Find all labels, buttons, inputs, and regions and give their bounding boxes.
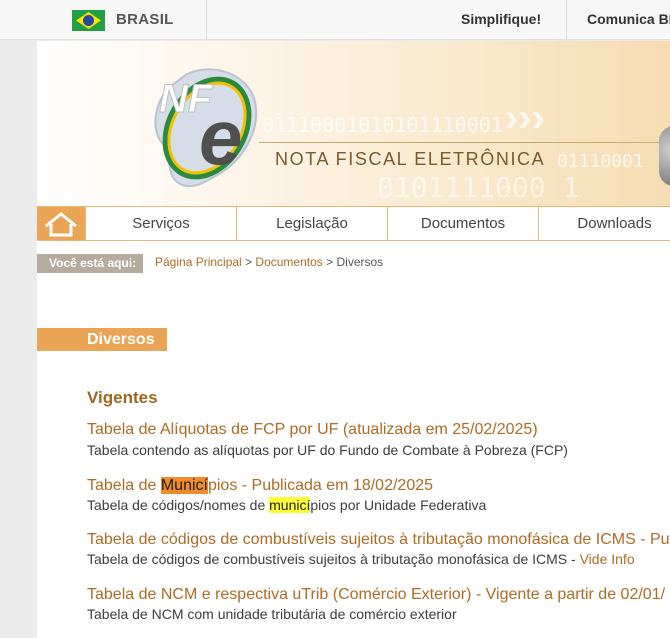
breadcrumb-documentos-link[interactable]: Documentos xyxy=(255,255,322,269)
search-highlight-match: municí xyxy=(269,497,311,513)
entry-link-combustiveis[interactable]: Tabela de códigos de combustíveis sujeit… xyxy=(87,531,670,549)
entry-description: Tabela de códigos de combustíveis sujeit… xyxy=(87,551,635,567)
chevron-decoration-icon: ››› xyxy=(505,96,545,140)
main-nav: Serviços Legislação Documentos Downloads xyxy=(37,206,670,241)
breadcrumb-current: Diversos xyxy=(336,255,384,269)
entry-description: Tabela contendo as alíquotas por UF do F… xyxy=(87,442,568,458)
comunica-br-link[interactable]: Comunica BR xyxy=(587,11,670,27)
nav-item-documentos[interactable]: Documentos xyxy=(387,207,538,240)
home-button[interactable] xyxy=(37,207,85,240)
breadcrumb-home-link[interactable]: Página Principal xyxy=(155,255,242,269)
nav-item-servicos[interactable]: Serviços xyxy=(85,207,236,240)
brazil-flag-icon xyxy=(72,10,105,31)
nav-item-legislacao[interactable]: Legislação xyxy=(236,207,387,240)
binary-decoration: 01110001 xyxy=(557,151,644,172)
nfe-logo[interactable]: NF e xyxy=(115,56,275,196)
entry-description: Tabela de NCM com unidade tributária de … xyxy=(87,606,457,622)
header-banner: 01110001010101110001 01110001 0101111000… xyxy=(37,41,670,206)
binary-decoration: 01110001010101110001 xyxy=(262,113,503,137)
breadcrumb-separator: > xyxy=(245,255,253,269)
country-label[interactable]: BRASIL xyxy=(116,11,174,28)
lightbulb-icon xyxy=(659,126,670,186)
nav-item-downloads[interactable]: Downloads xyxy=(538,207,670,240)
main-panel: 01110001010101110001 01110001 0101111000… xyxy=(37,41,670,638)
subheading-vigentes: Vigentes xyxy=(87,388,158,407)
gov-top-bar: BRASIL Simplifique! Comunica BR xyxy=(0,0,670,40)
vide-info-link[interactable]: Vide Info xyxy=(580,551,635,567)
breadcrumb-label: Você está aqui: xyxy=(37,254,143,273)
entry-link-municipios[interactable]: Tabela de Municípios - Publicada em 18/0… xyxy=(87,477,433,495)
svg-text:e: e xyxy=(199,93,242,181)
home-icon xyxy=(45,212,77,237)
banner-divider xyxy=(259,142,659,143)
entry-link-fcp[interactable]: Tabela de Alíquotas de FCP por UF (atual… xyxy=(87,421,538,439)
search-highlight-current: Municí xyxy=(160,477,208,494)
entry-description: Tabela de códigos/nomes de municípios po… xyxy=(87,497,487,513)
section-title: Diversos xyxy=(37,328,167,351)
breadcrumb: Página Principal > Documentos > Diversos xyxy=(155,255,383,269)
site-subtitle: NOTA FISCAL ELETRÔNICA xyxy=(275,149,546,169)
simplifique-link[interactable]: Simplifique! xyxy=(461,11,541,27)
breadcrumb-separator: > xyxy=(326,255,334,269)
binary-decoration: 0101111000 1 xyxy=(377,171,580,204)
entry-link-ncm[interactable]: Tabela de NCM e respectiva uTrib (Comérc… xyxy=(87,586,665,604)
